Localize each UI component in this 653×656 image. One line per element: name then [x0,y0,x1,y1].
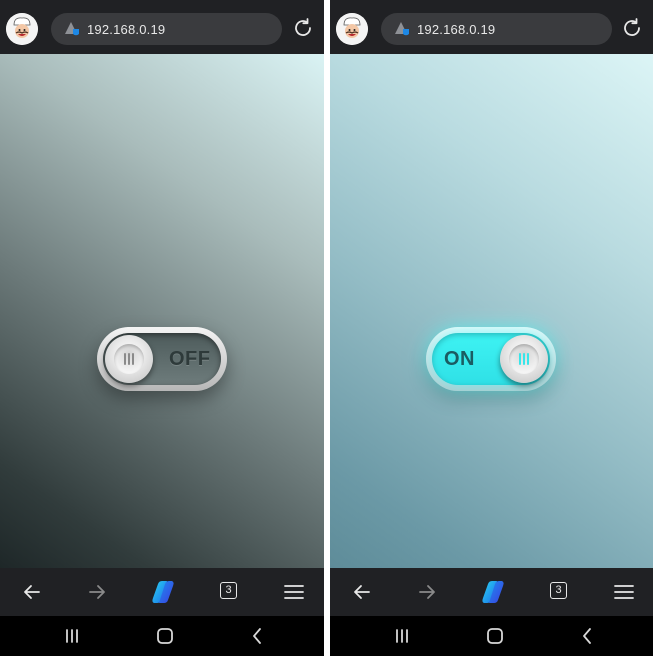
toggle-state-label: OFF [169,348,211,370]
browser-bottom-bar: 3 [0,568,324,616]
url-text[interactable]: 192.168.0.19 [87,22,165,37]
knob-center [509,344,539,374]
phone-screen-on: 192.168.0.19 ON 3 [330,0,653,656]
hamburger-menu-icon[interactable] [282,580,306,604]
toggle-state-label: ON [444,348,475,370]
site-security-icon[interactable] [64,21,82,37]
page-content: ON [330,54,653,568]
home-icon[interactable] [155,626,175,646]
browser-top-bar: 192.168.0.19 [0,0,324,54]
toggle-knob[interactable] [105,335,153,383]
address-bar[interactable]: 192.168.0.19 [381,13,612,45]
recents-icon[interactable] [392,626,412,646]
arrow-left-icon[interactable] [350,580,374,604]
toggle-knob[interactable] [500,335,548,383]
browser-bottom-bar: 3 [330,568,653,616]
system-nav-bar [0,616,324,656]
toggle-track[interactable]: OFF [103,333,221,385]
power-toggle-switch[interactable]: OFF [97,327,227,391]
browser-top-bar: 192.168.0.19 [330,0,653,54]
knob-center [114,344,144,374]
chevron-left-icon[interactable] [577,626,597,646]
hamburger-menu-icon[interactable] [612,580,636,604]
page-content: OFF [0,54,324,568]
arrow-left-icon[interactable] [20,580,44,604]
reload-icon[interactable] [621,17,643,39]
chevron-left-icon[interactable] [247,626,267,646]
url-text[interactable]: 192.168.0.19 [417,22,495,37]
recents-icon[interactable] [62,626,82,646]
copilot-icon[interactable] [149,578,177,606]
reload-icon[interactable] [292,17,314,39]
copilot-icon[interactable] [479,578,507,606]
site-security-icon[interactable] [394,21,412,37]
chef-avatar-icon[interactable] [6,13,38,45]
system-nav-bar [330,616,653,656]
arrow-right-icon[interactable] [415,580,439,604]
grip-icon [124,353,134,365]
tabs-icon[interactable]: 3 [220,582,237,599]
chef-avatar-icon[interactable] [336,13,368,45]
phone-screen-off: 192.168.0.19 OFF 3 [0,0,324,656]
tabs-icon[interactable]: 3 [550,582,567,599]
home-icon[interactable] [485,626,505,646]
arrow-right-icon[interactable] [85,580,109,604]
toggle-track[interactable]: ON [432,333,550,385]
power-toggle-switch[interactable]: ON [426,327,556,391]
address-bar[interactable]: 192.168.0.19 [51,13,282,45]
grip-icon [519,353,529,365]
